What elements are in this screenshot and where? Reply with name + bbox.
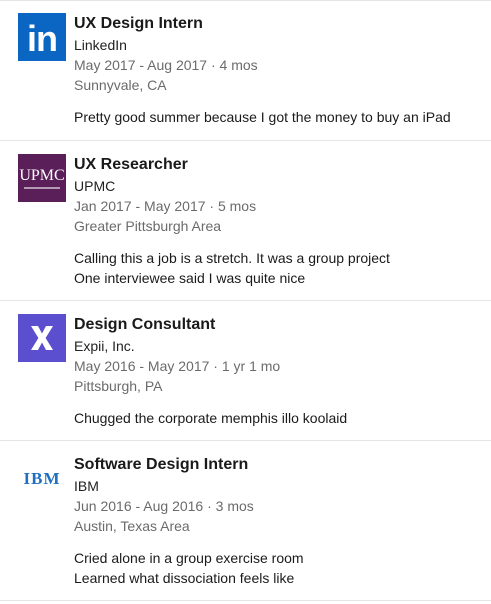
experience-content: Software Design Intern IBM Jun 2016 - Au… <box>74 454 484 588</box>
experience-list: in UX Design Intern LinkedIn May 2017 - … <box>0 0 491 601</box>
job-description: Cried alone in a group exercise room Lea… <box>74 548 484 588</box>
experience-page: in UX Design Intern LinkedIn May 2017 - … <box>0 0 491 604</box>
job-description: Chugged the corporate memphis illo koola… <box>74 408 484 428</box>
ibm-logo-text: IBM <box>23 468 61 488</box>
company-name[interactable]: Expii, Inc. <box>74 336 484 356</box>
upmc-logo-icon[interactable]: UPMC <box>18 154 66 202</box>
job-description: Pretty good summer because I got the mon… <box>74 107 484 127</box>
job-location: Pittsburgh, PA <box>74 378 163 394</box>
job-location: Sunnyvale, CA <box>74 77 167 93</box>
job-location: Greater Pittsburgh Area <box>74 218 222 234</box>
job-title[interactable]: UX Researcher <box>74 154 484 176</box>
date-range: May 2016 - May 2017 · 1 yr 1 mo <box>74 358 281 374</box>
company-name[interactable]: IBM <box>74 476 484 496</box>
linkedin-logo-text: in <box>27 18 58 59</box>
experience-content: UX Researcher UPMC Jan 2017 - May 2017 ·… <box>74 154 484 288</box>
experience-item-linkedin: in UX Design Intern LinkedIn May 2017 - … <box>0 0 491 141</box>
date-range: Jan 2017 - May 2017 · 5 mos <box>74 198 257 214</box>
ibm-logo-icon[interactable]: IBM <box>18 454 66 502</box>
upmc-logo-tagline <box>24 186 60 189</box>
description-line: Pretty good summer because I got the mon… <box>74 109 451 125</box>
experience-item-upmc: UPMC UX Researcher UPMC Jan 2017 - May 2… <box>0 141 491 301</box>
experience-content: Design Consultant Expii, Inc. May 2016 -… <box>74 314 484 428</box>
description-line: Calling this a job is a stretch. It was … <box>74 250 390 266</box>
company-name[interactable]: LinkedIn <box>74 35 484 55</box>
description-line: Chugged the corporate memphis illo koola… <box>74 410 348 426</box>
experience-item-ibm: IBM Software Design Intern IBM Jun 2016 … <box>0 441 491 601</box>
date-range: May 2017 - Aug 2017 · 4 mos <box>74 57 258 73</box>
description-line: Cried alone in a group exercise room <box>74 550 304 566</box>
expii-x-mark-icon <box>31 326 53 350</box>
company-name[interactable]: UPMC <box>74 176 484 196</box>
experience-content: UX Design Intern LinkedIn May 2017 - Aug… <box>74 13 484 127</box>
date-range: Jun 2016 - Aug 2016 · 3 mos <box>74 498 254 514</box>
job-title[interactable]: UX Design Intern <box>74 13 484 35</box>
job-location: Austin, Texas Area <box>74 518 190 534</box>
job-description: Calling this a job is a stretch. It was … <box>74 248 484 288</box>
description-line: One interviewee said I was quite nice <box>74 270 306 286</box>
description-line: Learned what dissociation feels like <box>74 570 295 586</box>
job-title[interactable]: Software Design Intern <box>74 454 484 476</box>
job-title[interactable]: Design Consultant <box>74 314 484 336</box>
linkedin-logo-icon[interactable]: in <box>18 13 66 61</box>
experience-item-expii: Design Consultant Expii, Inc. May 2016 -… <box>0 301 491 441</box>
upmc-logo-text: UPMC <box>19 166 65 184</box>
expii-logo-icon[interactable] <box>18 314 66 362</box>
